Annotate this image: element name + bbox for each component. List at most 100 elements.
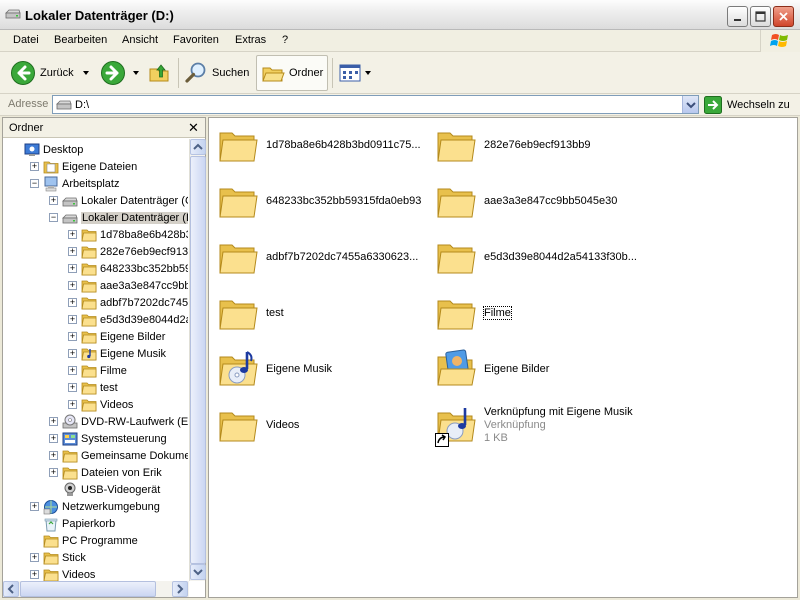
tree-item[interactable]: Eigene Bilder [81, 328, 165, 345]
file-item[interactable]: aae3a3e847cc9bb5045e30 [435, 181, 645, 231]
tree-item[interactable]: Arbeitsplatz [43, 175, 119, 192]
expand-icon[interactable]: + [68, 332, 77, 341]
tree-item[interactable]: Gemeinsame Dokumente [62, 447, 188, 464]
file-item[interactable]: 282e76eb9ecf913bb9 [435, 125, 645, 175]
close-pane-icon[interactable]: ✕ [188, 120, 199, 136]
tree-item[interactable]: Systemsteuerung [62, 430, 167, 447]
file-item[interactable]: Eigene Musik [217, 349, 427, 399]
expand-icon[interactable]: + [30, 162, 39, 171]
up-folder-button[interactable] [148, 55, 172, 91]
collapse-icon[interactable]: − [49, 213, 58, 222]
horizontal-scrollbar[interactable] [3, 581, 189, 597]
menu-extras[interactable]: Extras [235, 34, 266, 46]
file-item[interactable]: Verknüpfung mit Eigene Musik Verknüpfung 1… [435, 405, 645, 455]
tree-item[interactable]: Lokaler Datenträger (D:) [62, 209, 188, 226]
collapse-icon[interactable]: − [30, 179, 39, 188]
expand-icon[interactable]: + [49, 468, 58, 477]
tree-item-label: Dateien von Erik [81, 466, 162, 479]
expand-icon[interactable]: + [30, 570, 39, 579]
file-item[interactable]: 648233bc352bb59315fda0eb93 [217, 181, 427, 231]
horizontal-scroll-thumb[interactable] [20, 581, 156, 597]
expand-icon[interactable]: + [68, 298, 77, 307]
tree-item[interactable]: Papierkorb [43, 515, 115, 532]
tree-item[interactable]: Desktop [24, 141, 83, 158]
expand-icon[interactable]: + [68, 281, 77, 290]
tree-item[interactable]: Eigene Musik [81, 345, 166, 362]
expand-icon[interactable]: + [68, 264, 77, 273]
expand-icon[interactable]: + [30, 553, 39, 562]
expand-icon[interactable]: + [49, 196, 58, 205]
maximize-button[interactable] [750, 6, 771, 27]
tree-item[interactable]: Videos [81, 396, 133, 413]
expand-icon[interactable]: + [68, 400, 77, 409]
menu-favoriten[interactable]: Favoriten [173, 34, 219, 46]
tree-item[interactable]: test [81, 379, 118, 396]
tree-item[interactable]: Netzwerkumgebung [43, 498, 160, 515]
expand-icon[interactable]: + [68, 366, 77, 375]
scroll-left-button[interactable] [3, 581, 19, 597]
file-item[interactable]: Filme [435, 293, 645, 343]
tree-item[interactable]: DVD-RW-Laufwerk (E:) [62, 413, 188, 430]
file-item[interactable]: e5d3d39e8044d2a54133f30b... [435, 237, 645, 287]
search-button[interactable]: Suchen [184, 55, 249, 91]
scroll-up-button[interactable] [190, 139, 206, 155]
tree-item[interactable]: Stick [43, 549, 86, 566]
tree-item[interactable]: Dateien von Erik [62, 464, 162, 481]
expand-icon[interactable]: + [49, 434, 58, 443]
expand-icon[interactable]: + [49, 417, 58, 426]
views-dropdown-icon[interactable] [365, 71, 371, 75]
expand-icon[interactable]: + [30, 502, 39, 511]
back-dropdown-icon[interactable] [83, 71, 89, 75]
menu-bearbeiten[interactable]: Bearbeiten [54, 34, 107, 46]
expand-icon[interactable]: + [68, 247, 77, 256]
forward-dropdown-icon[interactable] [133, 71, 139, 75]
forward-button[interactable] [100, 55, 126, 91]
tree-item[interactable]: 1d78ba8e6b428b3bd [81, 226, 188, 243]
menu-help[interactable]: ? [282, 34, 288, 46]
tree-item-label: aae3a3e847cc9bb504 [100, 279, 188, 292]
tree-item[interactable]: 282e76eb9ecf913bb9 [81, 243, 188, 260]
folder-icon [81, 363, 97, 379]
minimize-button[interactable] [727, 6, 748, 27]
expand-icon[interactable]: + [68, 230, 77, 239]
address-input[interactable]: D:\ [52, 95, 699, 114]
file-item[interactable]: Videos [217, 405, 427, 455]
address-dropdown-button[interactable] [682, 96, 698, 113]
folder-tree-pane: Ordner ✕ Desktop + Eigene Dateien − Arbeitsp… [2, 117, 206, 598]
close-button[interactable] [773, 6, 794, 27]
tree-item[interactable]: 648233bc352bb5931 [81, 260, 188, 277]
tree-item[interactable]: Eigene Dateien [43, 158, 137, 175]
expand-icon[interactable]: + [49, 451, 58, 460]
tree-item[interactable]: Lokaler Datenträger (C:) [62, 192, 188, 209]
file-item[interactable]: test [217, 293, 427, 343]
tree-item[interactable]: USB-Videogerät [62, 481, 160, 498]
expand-icon[interactable]: + [68, 315, 77, 324]
file-name: 1d78ba8e6b428b3bd0911c75... [266, 139, 421, 151]
tree-item-label: Eigene Bilder [100, 330, 166, 343]
file-item[interactable]: Eigene Bilder [435, 349, 645, 399]
up-folder-icon [149, 64, 169, 82]
file-item[interactable]: adbf7b7202dc7455a6330623... [217, 237, 427, 287]
scroll-thumb[interactable] [190, 156, 206, 564]
menu-ansicht[interactable]: Ansicht [122, 34, 158, 46]
folder-icon [435, 293, 477, 335]
expand-icon[interactable]: + [68, 383, 77, 392]
views-button[interactable] [338, 55, 362, 91]
vertical-scrollbar[interactable] [189, 139, 206, 581]
tree-item[interactable]: e5d3d39e8044d2a54 [81, 311, 188, 328]
folder-icon [81, 261, 97, 277]
file-item[interactable]: 1d78ba8e6b428b3bd0911c75... [217, 125, 427, 175]
scroll-down-button[interactable] [190, 564, 206, 580]
scroll-right-button[interactable] [172, 581, 188, 597]
tree-item[interactable]: Filme [81, 362, 127, 379]
go-button[interactable]: Wechseln zu [704, 95, 790, 114]
tree-item[interactable]: adbf7b7202dc7455a6 [81, 294, 188, 311]
menu-datei[interactable]: Datei [13, 34, 39, 46]
tree-item[interactable]: PC Programme [43, 532, 138, 549]
tree-item[interactable]: aae3a3e847cc9bb504 [81, 277, 188, 294]
expand-icon[interactable]: + [68, 349, 77, 358]
tree-item[interactable]: Videos [43, 566, 95, 581]
title-bar[interactable]: Lokaler Datenträger (D:) [0, 0, 800, 30]
folders-button[interactable]: Ordner [256, 55, 328, 91]
back-button[interactable]: Zurück [10, 55, 74, 91]
